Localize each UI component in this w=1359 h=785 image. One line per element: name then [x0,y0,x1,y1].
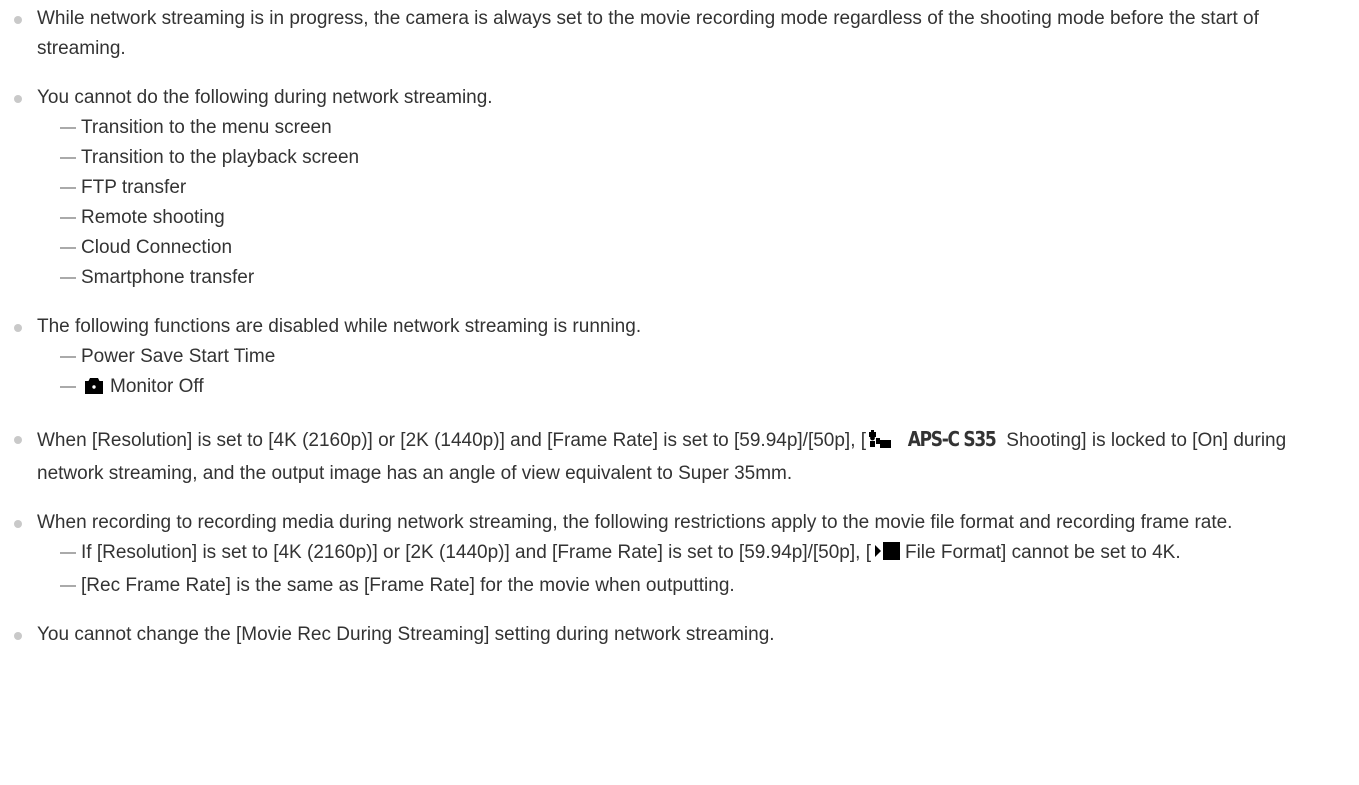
note-text: When [Resolution] is set to [4K (2160p)]… [37,430,867,451]
dash-icon [60,277,76,279]
sub-item-text: Monitor Off [110,376,204,397]
movie-icon [873,541,901,571]
dash-icon [60,356,76,358]
notes-list: While network streaming is in progress, … [0,4,1359,669]
sub-item: Transition to the menu screen [59,113,1329,143]
bullet-dot-icon [14,632,22,640]
sub-item-text: Smartphone transfer [81,267,255,288]
sub-item-text: Transition to the playback screen [81,147,360,168]
sub-item: Cloud Connection [59,233,1329,263]
notes-document: While network streaming is in progress, … [0,0,1359,785]
note-item: While network streaming is in progress, … [0,4,1359,64]
bullet-dot-icon [14,16,22,24]
sub-item: [Rec Frame Rate] is the same as [Frame R… [59,571,1329,601]
note-text: While network streaming is in progress, … [37,8,1259,59]
bullet-dot-icon [14,95,22,103]
sub-item: Smartphone transfer [59,263,1329,293]
sub-item: If [Resolution] is set to [4K (2160p)] o… [59,538,1329,571]
dash-icon [60,157,76,159]
sub-item-text: If [Resolution] is set to [4K (2160p)] o… [81,542,871,563]
sub-list: Power Save Start Time Monitor Off [37,342,1329,405]
note-item: You cannot change the [Movie Rec During … [0,620,1359,650]
note-item: The following functions are disabled whi… [0,312,1359,405]
bullet-dot-icon [14,520,22,528]
sub-item-text: Remote shooting [81,207,225,228]
photo-movie-icon [868,429,892,459]
sub-list: If [Resolution] is set to [4K (2160p)] o… [37,538,1329,601]
bullet-dot-icon [14,436,22,444]
note-text: You cannot change the [Movie Rec During … [37,624,775,645]
aps-c-s35-label: APS-C S35 [907,427,997,451]
note-item: When [Resolution] is set to [4K (2160p)]… [0,424,1359,489]
sub-item: FTP transfer [59,173,1329,203]
sub-item-text: [Rec Frame Rate] is the same as [Frame R… [81,575,735,596]
sub-item-text: File Format] cannot be set to 4K. [904,542,1181,563]
note-item: When recording to recording media during… [0,508,1359,601]
sub-list: Transition to the menu screen Transition… [37,113,1329,293]
note-text: When recording to recording media during… [37,512,1233,533]
sub-item-text: Cloud Connection [81,237,233,258]
sub-item: Remote shooting [59,203,1329,233]
note-text: The following functions are disabled whi… [37,316,642,337]
dash-icon [60,187,76,189]
sub-item: Power Save Start Time [59,342,1329,372]
sub-item-text: Transition to the menu screen [81,117,332,138]
bullet-dot-icon [14,324,22,332]
note-text: You cannot do the following during netwo… [37,87,493,108]
dash-icon [60,127,76,129]
sub-item-text: FTP transfer [81,177,187,198]
sub-item-text: Power Save Start Time [81,346,276,367]
dash-icon [60,386,76,388]
dash-icon [60,585,76,587]
camera-icon [84,375,104,405]
sub-item: Monitor Off [59,372,1329,405]
sub-item: Transition to the playback screen [59,143,1329,173]
dash-icon [60,552,76,554]
dash-icon [60,247,76,249]
dash-icon [60,217,76,219]
note-item: You cannot do the following during netwo… [0,83,1359,293]
